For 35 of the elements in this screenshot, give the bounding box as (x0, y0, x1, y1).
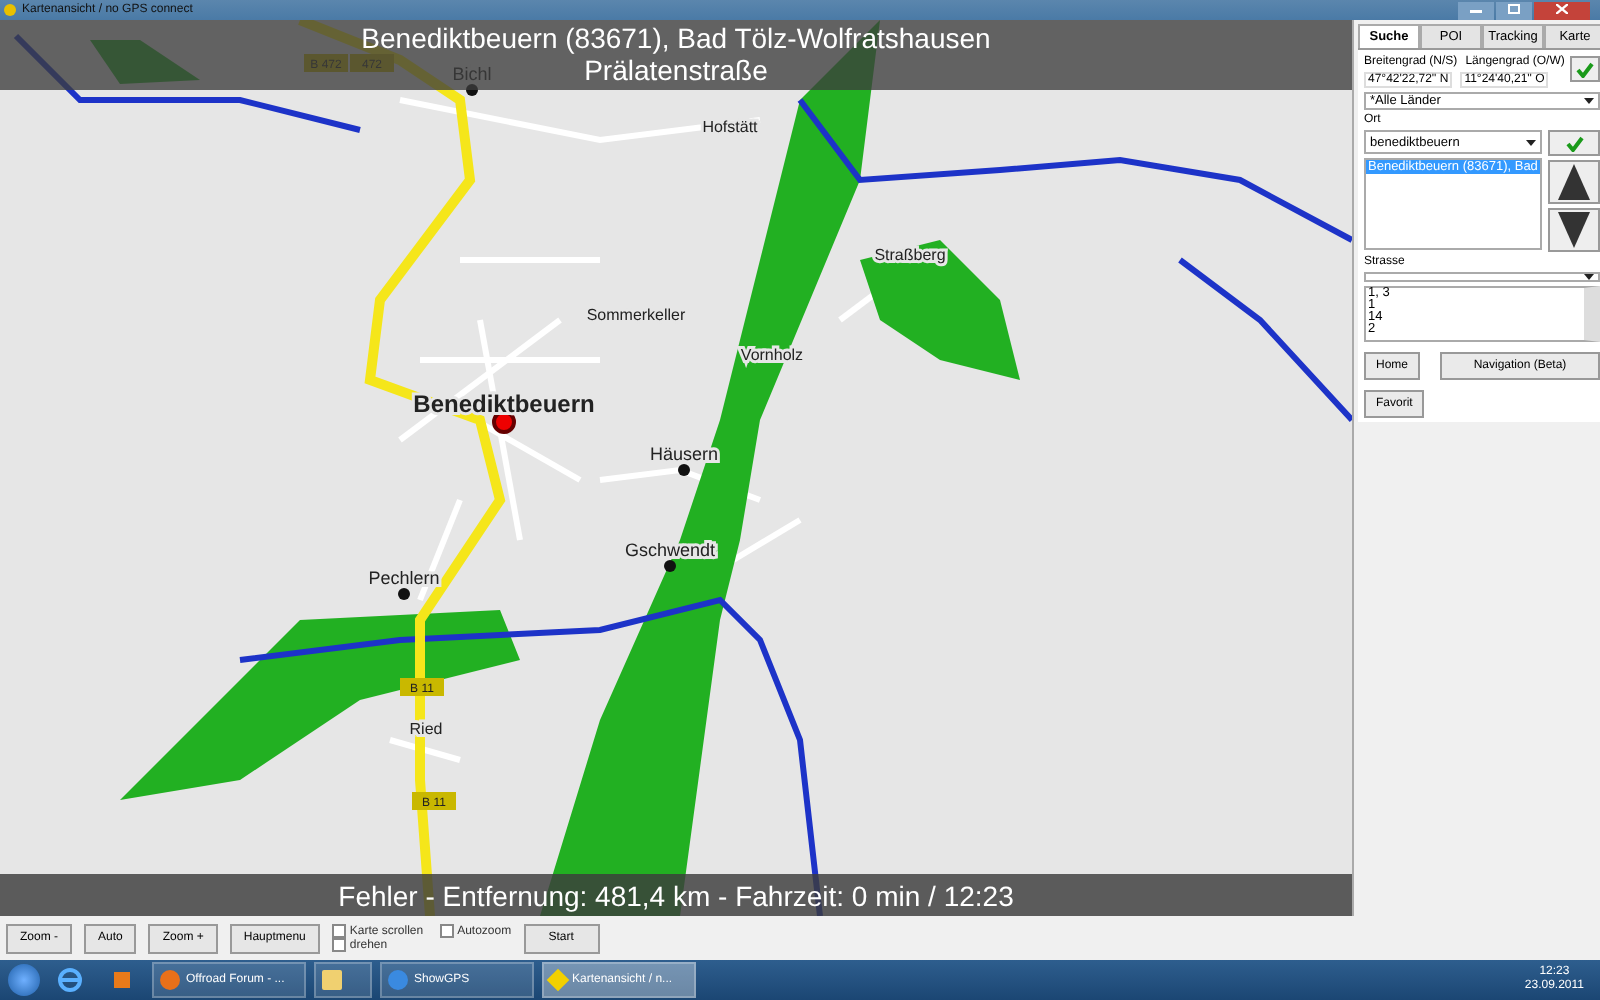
up-triangle-icon (1558, 164, 1590, 200)
maximize-icon (1508, 3, 1520, 13)
caret-icon (1584, 98, 1594, 104)
place-label: Sommerkeller (586, 306, 686, 324)
checkmark-icon (1565, 135, 1583, 151)
place-label: Pechlern (368, 568, 440, 588)
confirm-button[interactable] (1570, 56, 1600, 82)
road-shield (412, 792, 456, 810)
street-line (389, 737, 461, 763)
place-dot-icon (678, 464, 690, 476)
caret-icon (1584, 274, 1594, 280)
street-dropdown[interactable] (1364, 272, 1600, 282)
start-orb-icon[interactable] (8, 964, 40, 996)
place-dot-icon (664, 560, 676, 572)
arrow-up-button[interactable] (1548, 160, 1600, 204)
close-icon (1556, 3, 1568, 13)
place-dot-icon (398, 588, 410, 600)
close-button[interactable] (1534, 1, 1590, 19)
place-label: Hofstätt (702, 118, 758, 136)
taskbar-item[interactable] (314, 962, 372, 998)
app-icon (4, 4, 16, 16)
route-status: Fehler - Entfernung: 481,4 km - Fahrzeit: 0 min / 12:23 (338, 879, 1014, 911)
maximize-button[interactable] (1496, 1, 1532, 19)
checkmark-icon (1576, 61, 1595, 77)
globe-icon (388, 970, 408, 990)
place-label: Straßberg (874, 246, 946, 264)
header-street: Prälatenstraße (584, 54, 768, 86)
minimize-button[interactable] (1458, 1, 1494, 19)
arrow-down-button[interactable] (1548, 208, 1600, 252)
header-place: Benediktbeuern (83671), Bad Tölz-Wolfratshausen (361, 22, 991, 54)
caret-icon (1526, 139, 1536, 145)
down-triangle-icon (1558, 212, 1590, 248)
road-shield (400, 678, 444, 696)
app-icon (546, 968, 570, 992)
folder-icon (322, 970, 342, 990)
